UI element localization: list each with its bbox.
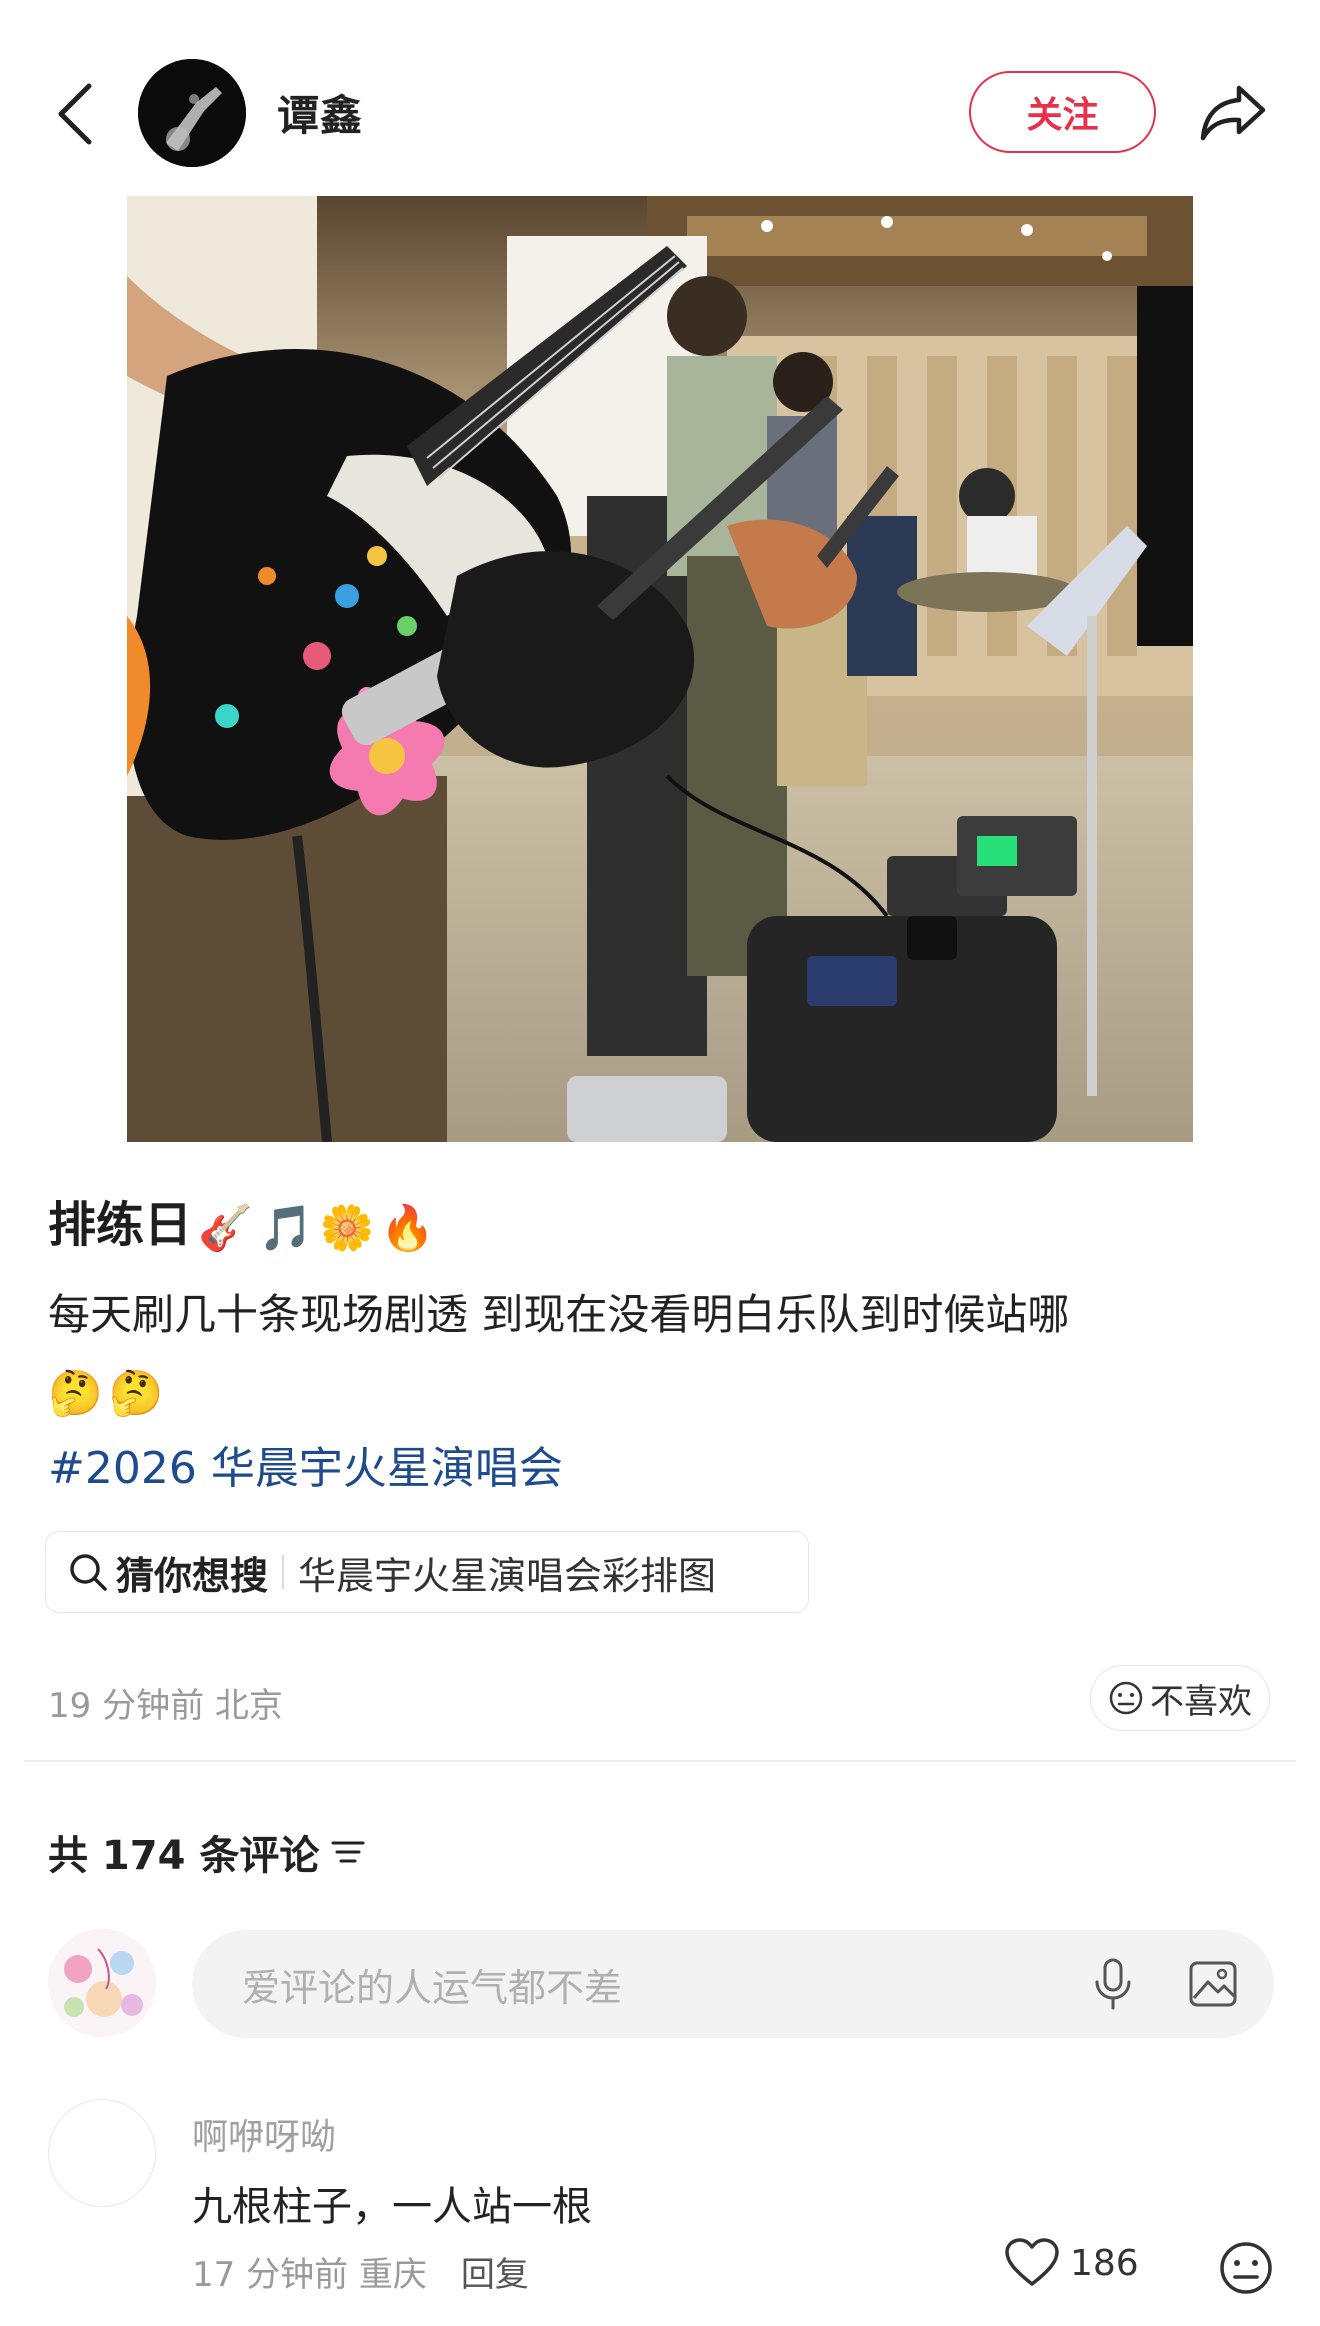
divider: [282, 1555, 285, 1589]
author-avatar[interactable]: [138, 59, 246, 167]
post-body: 每天刷几十条现场剧透 到现在没看明白乐队到时候站哪 🤔 🤔: [48, 1277, 1268, 1432]
suggested-search-query: 华晨宇火星演唱会彩排图: [298, 1553, 717, 1598]
comment-like-button[interactable]: 186: [1004, 2238, 1139, 2288]
thinking-face-emoji: 🤔: [48, 1367, 103, 1419]
commenter-name[interactable]: 啊咿呀呦: [192, 2108, 336, 2160]
image-upload-button[interactable]: [1180, 1951, 1246, 2017]
my-avatar[interactable]: [48, 1929, 156, 2037]
sort-button[interactable]: [331, 1837, 365, 1867]
heart-icon: [1005, 2238, 1059, 2286]
guitar-emoji: 🎸: [198, 1203, 253, 1254]
post-title-text: 排练日: [48, 1197, 193, 1253]
fire-emoji: 🔥: [380, 1203, 436, 1254]
neutral-face-icon: [1109, 1681, 1143, 1715]
section-divider: [24, 1760, 1296, 1762]
thinking-face-emoji: 🤔: [108, 1367, 164, 1419]
neutral-face-icon: [1220, 2242, 1272, 2294]
sort-lines-icon: [331, 1841, 365, 1863]
dislike-label: 不喜欢: [1150, 1681, 1252, 1722]
chevron-left-icon: [58, 83, 92, 145]
microphone-icon: [1095, 1958, 1131, 2010]
post-title: 排练日 🎸 🎵 🌼 🔥: [48, 1185, 435, 1255]
commenter-avatar[interactable]: [48, 2099, 156, 2207]
post-body-text: 每天刷几十条现场剧透 到现在没看明白乐队到时候站哪: [48, 1290, 1070, 1339]
comment-text: 九根柱子，一人站一根: [192, 2184, 592, 2230]
guitar-silhouette-image: [138, 59, 246, 167]
author-name[interactable]: 谭鑫: [277, 82, 363, 143]
search-icon: [70, 1554, 107, 1591]
comment-meta: 17 分钟前 重庆 回复: [192, 2247, 529, 2296]
hashtag-link[interactable]: #2026 华晨宇火星演唱会: [48, 1432, 563, 1496]
comment-time-location: 17 分钟前 重庆: [192, 2255, 427, 2295]
back-button[interactable]: [40, 74, 110, 154]
like-count: 186: [1070, 2242, 1139, 2284]
image-icon: [1189, 1961, 1237, 2007]
post-photo[interactable]: [127, 196, 1193, 1142]
suggested-search[interactable]: 猜你想搜 华晨宇火星演唱会彩排图: [45, 1531, 809, 1613]
post-meta: 19 分钟前 北京: [48, 1686, 283, 1726]
follow-button[interactable]: 关注: [969, 71, 1156, 153]
comment-count: 共 174 条评论: [48, 1823, 365, 1881]
rehearsal-photo: [127, 196, 1193, 1142]
blossom-emoji: 🌼: [319, 1203, 375, 1254]
comment-dislike-button[interactable]: [1216, 2238, 1276, 2298]
share-arrow-icon: [1200, 85, 1266, 141]
reply-button[interactable]: 回复: [461, 2247, 529, 2296]
voice-input-button[interactable]: [1083, 1951, 1143, 2017]
suggested-search-lead: 猜你想搜: [116, 1553, 269, 1598]
music-note-emoji: 🎵: [258, 1203, 314, 1254]
comment-count-label: 共 174 条评论: [48, 1833, 320, 1879]
floral-avatar-image: [48, 1929, 156, 2037]
dislike-button[interactable]: 不喜欢: [1090, 1665, 1270, 1731]
share-button[interactable]: [1196, 78, 1270, 148]
